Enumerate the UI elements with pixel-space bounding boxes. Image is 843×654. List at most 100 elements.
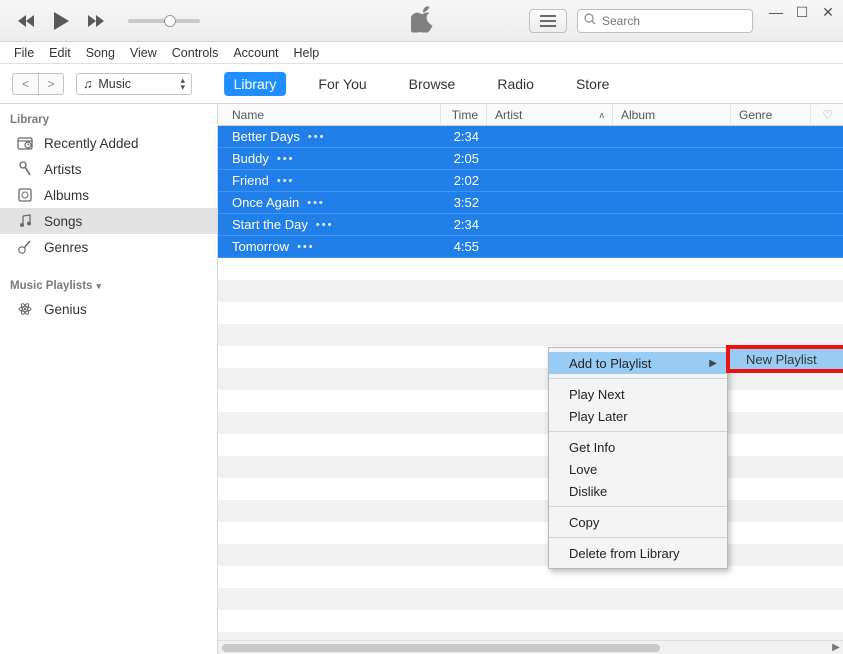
sidebar-item-genres[interactable]: Genres — [0, 234, 217, 260]
col-header-love[interactable]: ♡ — [811, 104, 843, 125]
ctx-delete[interactable]: Delete from Library — [549, 542, 727, 564]
song-name: Buddy — [232, 151, 269, 166]
scroll-right-arrow-icon[interactable]: ▶ — [829, 642, 843, 653]
chevron-down-icon: ▾ — [96, 281, 101, 292]
song-rows: Better Days••• 2:34 Buddy ••• 2:05 Friend… — [218, 126, 843, 654]
sidebar-item-genius[interactable]: Genius — [0, 296, 217, 322]
menu-account[interactable]: Account — [227, 44, 284, 62]
navigation-row: < > ♫ Music ▴▾ Library For You Browse Ra… — [0, 64, 843, 104]
menu-view[interactable]: View — [124, 44, 163, 62]
sidebar-library-header: Library — [0, 108, 217, 130]
album-icon — [16, 187, 34, 203]
minimize-button[interactable]: — — [769, 4, 783, 21]
volume-slider[interactable] — [128, 19, 200, 23]
col-header-time[interactable]: Time — [441, 104, 487, 125]
sidebar-item-albums[interactable]: Albums — [0, 182, 217, 208]
tab-browse[interactable]: Browse — [399, 72, 466, 96]
sidebar-item-songs[interactable]: Songs — [0, 208, 217, 234]
sidebar-playlists-header[interactable]: Music Playlists ▾ — [0, 274, 217, 296]
apple-logo-icon — [411, 6, 433, 35]
col-header-album[interactable]: Album — [613, 104, 731, 125]
submenu-arrow-icon: ▶ — [709, 358, 717, 369]
more-icon[interactable]: ••• — [277, 175, 295, 187]
clock-icon — [16, 135, 34, 151]
tab-for-you[interactable]: For You — [308, 72, 376, 96]
menu-edit[interactable]: Edit — [43, 44, 77, 62]
col-header-artist[interactable]: Artist ʌ — [487, 104, 613, 125]
ctx-item-label: Dislike — [569, 484, 607, 499]
sidebar-item-label: Genres — [44, 240, 88, 255]
nav-forward-button[interactable]: > — [38, 73, 64, 95]
list-view-button[interactable] — [529, 9, 567, 33]
close-button[interactable]: ✕ — [821, 4, 835, 21]
menu-file[interactable]: File — [8, 44, 40, 62]
song-time: 2:05 — [441, 151, 487, 166]
sort-asc-icon: ʌ — [600, 110, 605, 120]
menu-song[interactable]: Song — [80, 44, 121, 62]
column-headers: Name Time Artist ʌ Album Genre ♡ — [218, 104, 843, 126]
tab-store[interactable]: Store — [566, 72, 619, 96]
ctx-item-label: Copy — [569, 515, 599, 530]
song-time: 3:52 — [441, 195, 487, 210]
more-icon[interactable]: ••• — [316, 219, 334, 231]
ctx-dislike[interactable]: Dislike — [549, 480, 727, 502]
ctx-item-label: Add to Playlist — [569, 356, 651, 371]
chevron-updown-icon: ▴▾ — [180, 77, 185, 91]
ctx-separator — [549, 378, 727, 379]
song-name: Friend — [232, 173, 269, 188]
table-row[interactable]: Start the Day••• 2:34 — [218, 214, 843, 236]
guitar-icon — [16, 239, 34, 255]
col-header-name[interactable]: Name — [218, 104, 441, 125]
menu-controls[interactable]: Controls — [166, 44, 225, 62]
context-menu: Add to Playlist ▶ Play Next Play Later G… — [548, 347, 728, 569]
media-selector[interactable]: ♫ Music ▴▾ — [76, 73, 192, 95]
mic-icon — [16, 161, 34, 177]
table-row[interactable]: Better Days••• 2:34 — [218, 126, 843, 148]
ctx-separator — [549, 431, 727, 432]
song-time: 4:55 — [441, 239, 487, 254]
ctx-play-next[interactable]: Play Next — [549, 383, 727, 405]
table-row[interactable]: Once Again ••• 3:52 — [218, 192, 843, 214]
search-input[interactable] — [602, 14, 757, 28]
song-name: Once Again — [232, 195, 299, 210]
prev-button[interactable] — [18, 14, 38, 28]
search-field[interactable] — [577, 9, 753, 33]
col-header-genre[interactable]: Genre — [731, 104, 811, 125]
ctx-copy[interactable]: Copy — [549, 511, 727, 533]
table-row[interactable]: Friend ••• 2:02 — [218, 170, 843, 192]
song-time: 2:34 — [441, 217, 487, 232]
song-time: 2:02 — [441, 173, 487, 188]
sidebar-item-recently-added[interactable]: Recently Added — [0, 130, 217, 156]
more-icon[interactable]: ••• — [308, 131, 326, 143]
maximize-button[interactable]: ☐ — [795, 4, 809, 21]
ctx-item-label: Get Info — [569, 440, 615, 455]
ctx-submenu-label: New Playlist — [746, 352, 817, 367]
ctx-love[interactable]: Love — [549, 458, 727, 480]
ctx-add-to-playlist[interactable]: Add to Playlist ▶ — [549, 352, 727, 374]
menu-bar: File Edit Song View Controls Account Hel… — [0, 42, 843, 64]
sidebar-playlists-label: Music Playlists — [10, 280, 92, 292]
tab-radio[interactable]: Radio — [487, 72, 544, 96]
sidebar-item-label: Albums — [44, 188, 89, 203]
next-button[interactable] — [84, 14, 104, 28]
ctx-separator — [549, 506, 727, 507]
table-row[interactable]: Buddy ••• 2:05 — [218, 148, 843, 170]
ctx-separator — [549, 537, 727, 538]
scrollbar-thumb[interactable] — [222, 644, 660, 652]
horizontal-scrollbar[interactable]: ▶ — [218, 640, 843, 654]
ctx-get-info[interactable]: Get Info — [549, 436, 727, 458]
more-icon[interactable]: ••• — [277, 153, 295, 165]
play-button[interactable] — [52, 11, 70, 31]
heart-icon: ♡ — [822, 108, 833, 122]
more-icon[interactable]: ••• — [307, 197, 325, 209]
sidebar-item-label: Artists — [44, 162, 82, 177]
tab-library[interactable]: Library — [224, 72, 287, 96]
nav-back-button[interactable]: < — [12, 73, 38, 95]
menu-help[interactable]: Help — [288, 44, 326, 62]
ctx-submenu-new-playlist[interactable]: New Playlist — [728, 347, 843, 371]
table-row[interactable]: Tomorrow••• 4:55 — [218, 236, 843, 258]
col-header-artist-label: Artist — [495, 108, 522, 122]
more-icon[interactable]: ••• — [297, 241, 315, 253]
ctx-play-later[interactable]: Play Later — [549, 405, 727, 427]
sidebar-item-artists[interactable]: Artists — [0, 156, 217, 182]
